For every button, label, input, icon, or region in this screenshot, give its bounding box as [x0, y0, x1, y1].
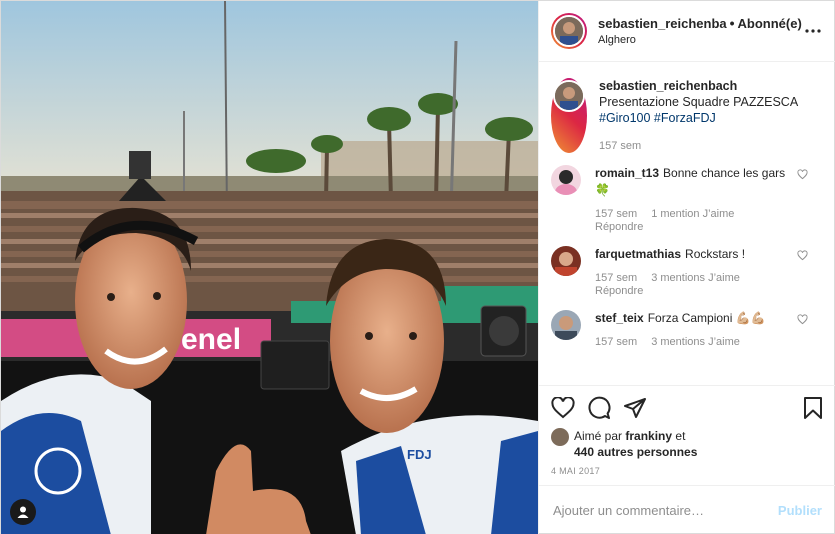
comment-item: stef_teix Forza Campioni 💪🏼💪🏼 157 sem 3 me…: [551, 310, 824, 349]
comment-age[interactable]: 157 sem: [595, 208, 637, 220]
publish-button[interactable]: Publier: [778, 503, 822, 518]
hashtag-giro100[interactable]: #Giro100: [599, 111, 650, 125]
comment-text: Forza Campioni: [647, 311, 733, 325]
caption-username[interactable]: sebastien_reichenbach: [599, 79, 737, 93]
post-header: sebastien_reichenba • Abonné(e) Alghero: [539, 1, 835, 62]
comment-emoji: 💪🏼💪🏼: [735, 311, 766, 325]
comment-item: farquetmathias Rockstars ! 157 sem 3 menti…: [551, 246, 824, 298]
comment-username[interactable]: stef_teix: [595, 311, 644, 325]
post-modal: enel FDJ sebastien_reichenba • Abonné(e)…: [0, 0, 835, 534]
post-location[interactable]: Alghero: [598, 32, 802, 48]
caption-age[interactable]: 157 sem: [599, 140, 641, 152]
caption-text: Presentazione Squadre PAZZESCA: [599, 95, 799, 109]
comment-likes[interactable]: 3 mentions J’aime: [651, 272, 740, 284]
commenter-avatar[interactable]: [551, 310, 581, 340]
comment-like-heart-icon[interactable]: [797, 250, 808, 261]
jersey-text: FDJ: [407, 447, 432, 462]
post-photo[interactable]: enel FDJ: [1, 1, 538, 534]
add-comment-input[interactable]: [553, 503, 778, 518]
banner-text: enel: [181, 323, 241, 356]
post-header-text: sebastien_reichenba • Abonné(e) Alghero: [598, 15, 802, 48]
comment-text: Bonne chance les gars: [663, 166, 786, 180]
likes-prefix: Aimé par: [574, 429, 623, 443]
liker-avatar[interactable]: [551, 428, 569, 446]
header-separator: •: [729, 14, 735, 31]
caption-author-avatar[interactable]: [551, 78, 587, 153]
post-side-panel: sebastien_reichenba • Abonné(e) Alghero se…: [538, 1, 835, 534]
share-send-icon[interactable]: [623, 396, 647, 420]
commenter-avatar[interactable]: [551, 246, 581, 276]
bookmark-save-icon[interactable]: [802, 396, 824, 420]
more-horizontal-icon: [805, 29, 821, 33]
reply-button[interactable]: Répondre: [595, 221, 643, 233]
caption: sebastien_reichenbach Presentazione Squa…: [551, 78, 824, 153]
comment-age[interactable]: 157 sem: [595, 336, 637, 348]
user-icon: [17, 506, 29, 518]
author-username[interactable]: sebastien_reichenba: [598, 16, 727, 31]
comment-like-heart-icon[interactable]: [797, 169, 808, 180]
tagged-user-button[interactable]: [10, 499, 36, 525]
comments-list[interactable]: sebastien_reichenbach Presentazione Squa…: [539, 62, 835, 385]
more-options-button[interactable]: [802, 19, 824, 43]
post-actions: Aimé par frankiny et 440 autres personne…: [539, 385, 835, 485]
likes-conj: et: [675, 429, 686, 443]
like-heart-icon[interactable]: [551, 397, 575, 419]
comment-age[interactable]: 157 sem: [595, 272, 637, 284]
likes-others[interactable]: 440 autres personnes: [574, 445, 697, 459]
add-comment-bar: Publier: [539, 485, 835, 534]
comment-item: romain_t13 Bonne chance les gars 🍀 157 se…: [551, 165, 824, 234]
likes-summary: Aimé par frankiny et 440 autres personne…: [551, 428, 824, 460]
comment-text: Rockstars !: [685, 247, 746, 261]
comment-likes[interactable]: 1 mention J’aime: [651, 208, 734, 220]
comment-emoji: 🍀: [595, 183, 610, 197]
post-date[interactable]: 4 MAI 2017: [551, 466, 824, 476]
comment-username[interactable]: farquetmathias: [595, 247, 681, 261]
comment-bubble-icon[interactable]: [587, 396, 611, 420]
hashtag-forzafdj[interactable]: #ForzaFDJ: [654, 111, 716, 125]
selfie-photo-illustration: enel FDJ: [1, 1, 538, 534]
follow-status-button[interactable]: Abonné(e): [738, 16, 802, 31]
comment-username[interactable]: romain_t13: [595, 166, 659, 180]
reply-button[interactable]: Répondre: [595, 285, 643, 297]
liker-username[interactable]: frankiny: [625, 429, 672, 443]
commenter-avatar[interactable]: [551, 165, 581, 195]
comment-likes[interactable]: 3 mentions J’aime: [651, 336, 740, 348]
comment-like-heart-icon[interactable]: [797, 314, 808, 325]
author-avatar[interactable]: [551, 13, 587, 49]
